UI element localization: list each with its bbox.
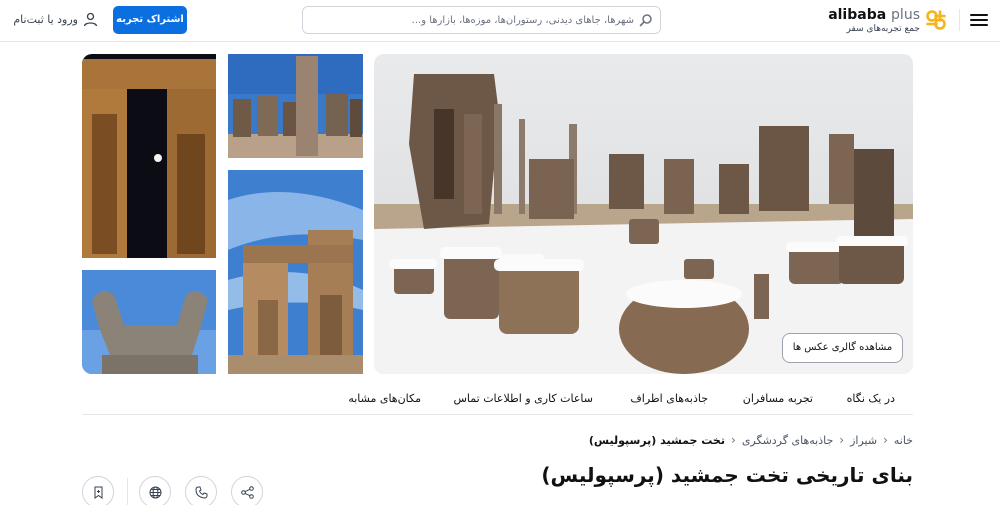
bookmark-icon [94, 486, 103, 499]
login-register-link[interactable]: ورود یا ثبت‌نام [8, 11, 98, 29]
chevron-left-icon: ‹ [839, 433, 845, 447]
search-input[interactable] [314, 10, 634, 30]
website-button[interactable] [139, 476, 171, 505]
share-button[interactable] [231, 476, 263, 505]
gate-of-nations-image [228, 170, 363, 374]
login-label: ورود یا ثبت‌نام [13, 13, 78, 26]
gallery-photo-gate[interactable] [228, 170, 363, 374]
gallery-photo-columns[interactable] [228, 54, 363, 158]
tab-at-a-glance[interactable]: در یک نگاه [847, 392, 895, 405]
section-tabs: در یک نگاه تجربه مسافران جاذبه‌های اطراف… [82, 384, 913, 415]
header-divider [959, 9, 960, 31]
hamburger-menu-icon[interactable] [970, 11, 988, 29]
night-gate-image [82, 54, 216, 258]
actions-divider [127, 478, 128, 505]
search-box[interactable] [302, 6, 661, 34]
breadcrumb-attractions[interactable]: جاذبه‌های گردشگری [742, 434, 833, 447]
share-experience-button[interactable]: اشتراک تجربه [113, 6, 187, 34]
globe-icon [149, 486, 162, 499]
page-title: بنای تاریخی تخت جمشید (پرسپولیس) [541, 463, 913, 487]
breadcrumb-home[interactable]: خانه [894, 434, 913, 447]
chevron-left-icon: ‹ [731, 433, 736, 447]
breadcrumb-city[interactable]: شیراز [850, 434, 877, 447]
logo-mark-icon [926, 10, 946, 30]
breadcrumb-current: تخت جمشید (پرسپولیس) [588, 433, 725, 447]
gallery-photo-griffin[interactable] [82, 270, 216, 374]
logo-tagline: جمع تجربه‌های سفر [846, 24, 920, 34]
bookmark-button[interactable] [82, 476, 114, 505]
tab-nearby-attractions[interactable]: جاذبه‌های اطراف [630, 392, 708, 405]
logo-wordmark: alibaba plus [828, 7, 920, 23]
breadcrumb: خانه ‹ شیراز ‹ جاذبه‌های گردشگری ‹ تخت ج… [589, 432, 913, 448]
homa-griffin-image [82, 270, 216, 374]
alibaba-plus-logo[interactable]: alibaba plus جمع تجربه‌های سفر [828, 6, 948, 36]
call-button[interactable] [185, 476, 217, 505]
view-photo-gallery-button[interactable]: مشاهده گالری عکس ها [782, 333, 903, 363]
gallery-main-photo[interactable] [374, 54, 913, 374]
chevron-left-icon: ‹ [883, 433, 888, 447]
persepolis-columns-image [228, 54, 363, 158]
phone-icon [195, 486, 208, 499]
tab-hours-and-contact[interactable]: ساعات کاری و اطلاعات تماس [454, 392, 594, 405]
logo-brand: alibaba [828, 7, 887, 23]
logo-plus: plus [891, 7, 920, 23]
search-icon [639, 14, 652, 27]
tab-traveler-experiences[interactable]: تجربه مسافران [743, 392, 813, 405]
tab-similar-places[interactable]: مکان‌های مشابه [348, 392, 421, 405]
persepolis-snow-image [374, 54, 913, 374]
gallery-photo-night-gate[interactable] [82, 54, 216, 258]
share-icon [241, 486, 254, 499]
top-header: alibaba plus جمع تجربه‌های سفر اشتراک تج… [0, 0, 1000, 42]
user-icon [83, 12, 98, 27]
